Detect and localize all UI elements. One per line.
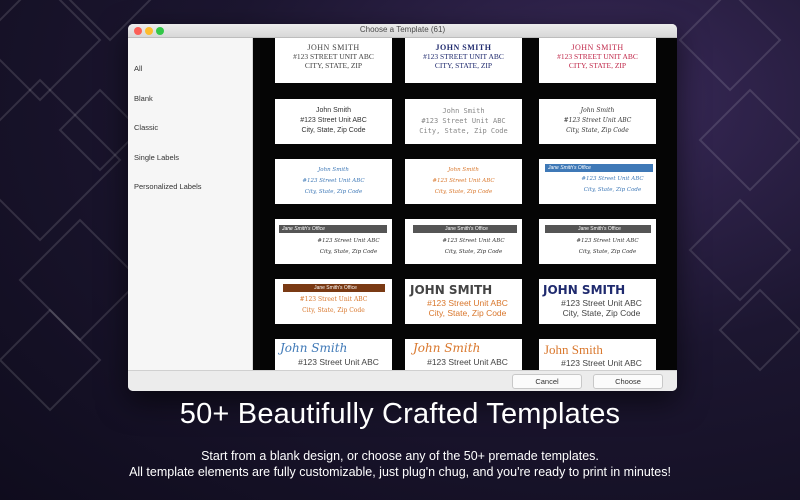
template-card[interactable]: John Smith #123 Street Unit ABC City, St… [275,99,392,144]
template-card[interactable]: Jane Smith's Office #123 Street Unit ABC… [275,279,392,324]
template-card[interactable]: John Smith #123 Street Unit ABC City, St… [275,159,392,204]
category-sidebar: All Blank Classic Single Labels Personal… [128,38,253,370]
office-banner: Jane Smith's Office [413,225,517,233]
template-card[interactable]: Jane Smith's Office #123 Street Unit ABC… [405,219,522,264]
sidebar-item-classic[interactable]: Classic [134,123,158,132]
office-banner: Jane Smith's Office [545,225,651,233]
template-card[interactable]: John Smith #123 Street Unit ABC [275,339,392,370]
template-chooser-window: Choose a Template (61) All Blank Classic… [128,24,677,391]
template-card[interactable]: JOHN SMITH #123 STREET UNIT ABC CITY, ST… [405,38,522,83]
promo-line-2: All template elements are fully customiz… [129,465,671,479]
office-banner: Jane Smith's Office [283,284,385,292]
cancel-button[interactable]: Cancel [512,374,582,389]
template-card[interactable]: John Smith #123 Street Unit ABC City, St… [405,159,522,204]
template-card[interactable]: JOHN SMITH #123 STREET UNIT ABC CITY, ST… [539,38,656,83]
template-card[interactable]: JOHN SMITH #123 STREET UNIT ABC CITY, ST… [275,38,392,83]
template-card[interactable]: John Smith #123 Street Unit ABC City, St… [539,99,656,144]
template-card[interactable]: Jane Smith's Office #123 Street Unit ABC… [539,159,656,204]
window-title: Choose a Template (61) [359,25,446,34]
sidebar-item-blank[interactable]: Blank [134,94,153,103]
promo-line-1: Start from a blank design, or choose any… [201,449,599,463]
template-card[interactable]: John Smith #123 Street Unit ABC City, St… [405,99,522,144]
sidebar-item-personalized-labels[interactable]: Personalized Labels [134,182,202,191]
template-card[interactable]: John Smith #123 Street Unit ABC [405,339,522,370]
template-card[interactable]: Jane Smith's Office #123 Street Unit ABC… [539,219,656,264]
template-card[interactable]: JOHN SMITH #123 Street Unit ABC City, St… [539,279,656,324]
template-card[interactable]: Jane Smith's Office #123 Street Unit ABC… [275,219,392,264]
window-titlebar: Choose a Template (61) [128,24,677,38]
window-footer: Cancel Choose [128,370,677,391]
promo-headline: 50+ Beautifully Crafted Templates [179,398,621,430]
template-card[interactable]: John Smith #123 Street Unit ABC [539,339,656,370]
office-banner: Jane Smith's Office [545,164,653,172]
template-card[interactable]: JOHN SMITH #123 Street Unit ABC City, St… [405,279,522,324]
sidebar-item-single-labels[interactable]: Single Labels [134,153,179,162]
choose-button[interactable]: Choose [593,374,663,389]
template-grid: JOHN SMITH #123 STREET UNIT ABC CITY, ST… [253,38,677,370]
office-banner: Jane Smith's Office [279,225,387,233]
sidebar-item-all[interactable]: All [134,64,142,73]
